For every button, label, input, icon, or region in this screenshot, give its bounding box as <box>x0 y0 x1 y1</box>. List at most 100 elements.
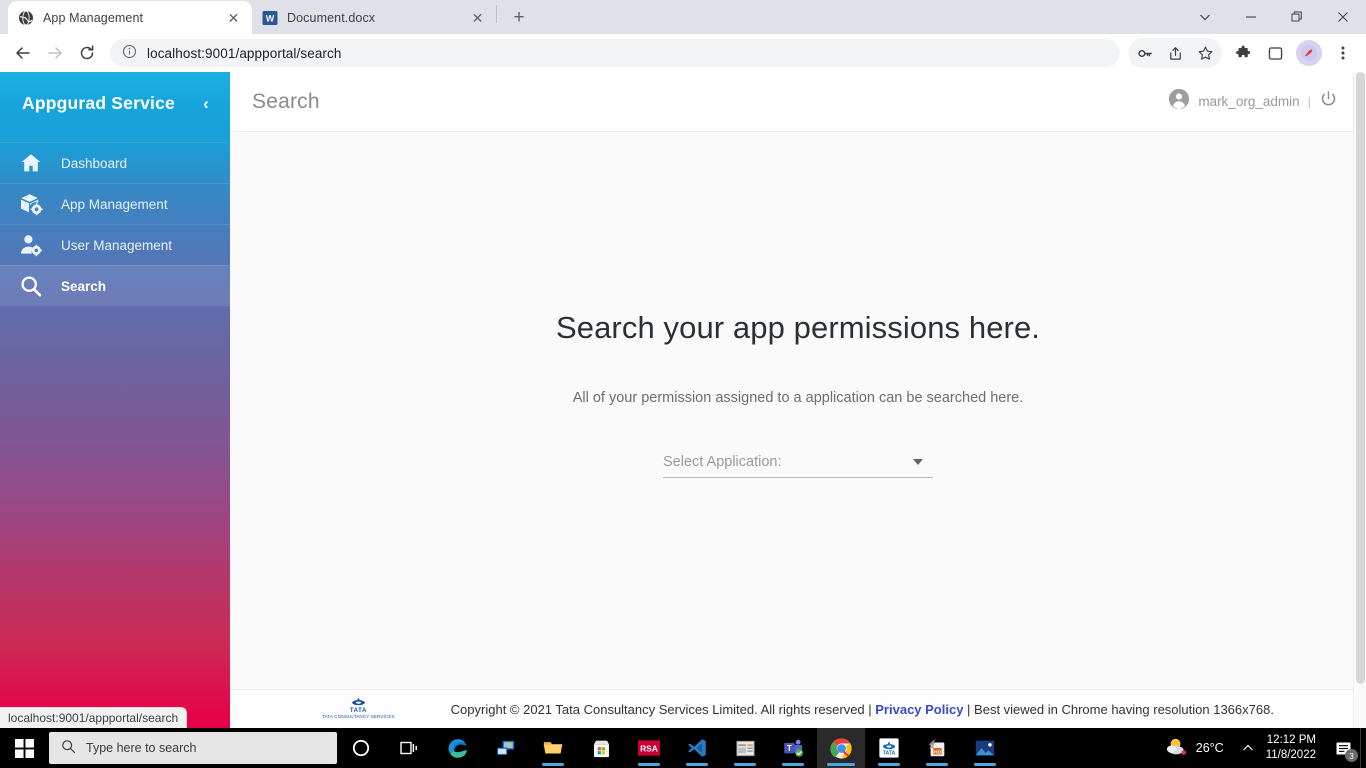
partly-cloudy-icon <box>1165 736 1189 761</box>
footer-copyright-pre: Copyright © 2021 Tata Consultancy Servic… <box>450 701 876 717</box>
account-circle-icon[interactable] <box>1168 88 1190 115</box>
key-icon[interactable] <box>1130 38 1160 68</box>
svg-text:TATA: TATA <box>883 750 896 756</box>
share-icon[interactable] <box>1160 38 1190 68</box>
footer-copyright: Copyright © 2021 Tata Consultancy Servic… <box>451 702 1274 717</box>
chevron-left-icon[interactable]: ‹ <box>196 95 216 112</box>
close-icon[interactable]: ✕ <box>225 9 242 26</box>
tab-separator <box>496 4 497 23</box>
sidebar-brand: Appgurad Service ‹ <box>0 72 230 134</box>
sidebar-item-user-management[interactable]: User Management <box>0 224 230 265</box>
profile-avatar-icon[interactable] <box>1296 40 1322 66</box>
clock-date: 11/8/2022 <box>1265 749 1316 761</box>
visual-studio-code-icon[interactable] <box>673 728 721 768</box>
microsoft-teams-icon[interactable]: T <box>769 728 817 768</box>
microsoft-store-icon[interactable] <box>577 728 625 768</box>
info-circle-icon[interactable] <box>122 44 137 62</box>
puzzle-icon[interactable] <box>1228 38 1258 68</box>
page-scrollbar[interactable] <box>1353 72 1366 728</box>
chevron-down-icon[interactable] <box>913 459 923 465</box>
page-viewport: Appgurad Service ‹ Dashboard App Managem… <box>0 72 1366 728</box>
remote-desktop-icon[interactable] <box>481 728 529 768</box>
close-icon[interactable] <box>1320 0 1366 34</box>
reload-icon[interactable] <box>72 38 102 68</box>
toolbar-actions <box>1128 38 1358 68</box>
photos-icon[interactable] <box>961 728 1009 768</box>
select-application-label: Select Application: <box>663 454 782 470</box>
tata-logo-word: TATA <box>349 707 367 714</box>
restore-icon[interactable] <box>1274 0 1320 34</box>
sidebar-item-dashboard[interactable]: Dashboard <box>0 142 230 183</box>
sidebar-item-label: Dashboard <box>61 155 128 171</box>
google-chrome-icon[interactable] <box>817 728 865 768</box>
svg-text:T: T <box>787 744 792 753</box>
tata-app-icon[interactable]: TATA <box>865 728 913 768</box>
home-icon <box>18 150 44 176</box>
box-gear-icon <box>18 191 44 217</box>
header-user-area: mark_org_admin | <box>1168 88 1338 115</box>
browser-tab-app-management[interactable]: App Management ✕ <box>8 1 252 34</box>
header-separator: | <box>1307 94 1311 109</box>
microsoft-edge-icon[interactable] <box>433 728 481 768</box>
word-icon: W <box>262 10 278 26</box>
sidebar-nav: Dashboard App Management User Management… <box>0 142 230 306</box>
user-gear-icon <box>18 232 44 258</box>
address-bar[interactable]: localhost:9001/appportal/search <box>110 39 1120 67</box>
minimize-icon[interactable] <box>1228 0 1274 34</box>
search-subline: All of your permission assigned to a app… <box>572 390 1024 406</box>
header-username: mark_org_admin <box>1198 94 1300 109</box>
sidebar: Appgurad Service ‹ Dashboard App Managem… <box>0 72 230 728</box>
app-header: Search mark_org_admin | <box>230 72 1366 132</box>
select-application-dropdown[interactable]: Select Application: <box>663 454 933 478</box>
back-arrow-icon[interactable] <box>8 38 38 68</box>
omnibox-action-group <box>1128 38 1222 68</box>
taskbar-search-input[interactable]: Type here to search <box>49 732 337 764</box>
rsa-securid-icon[interactable]: RSA <box>625 728 673 768</box>
tata-logo-subtitle: TATA CONSULTANCY SERVICES <box>322 714 395 720</box>
file-explorer-icon[interactable] <box>529 728 577 768</box>
windows-start-icon[interactable] <box>0 728 48 768</box>
scrollbar-thumb[interactable] <box>1356 72 1365 684</box>
tab-title: App Management <box>43 10 144 25</box>
power-icon[interactable] <box>1319 90 1338 114</box>
star-icon[interactable] <box>1190 38 1220 68</box>
sidebar-item-search[interactable]: Search <box>0 265 230 306</box>
browser-window: App Management ✕ W Document.docx ✕ + loc… <box>0 0 1366 768</box>
sidebar-item-label: App Management <box>61 196 168 212</box>
tab-search-icon[interactable] <box>1182 0 1228 34</box>
taskbar-app-icons: RSA T TATA HD <box>337 728 1009 768</box>
browser-tab-document-docx[interactable]: W Document.docx ✕ <box>252 1 496 34</box>
svg-text:HD: HD <box>934 749 942 755</box>
chevron-up-icon[interactable] <box>1234 742 1262 754</box>
side-panel-icon[interactable] <box>1260 38 1290 68</box>
weather-widget[interactable]: 26°C <box>1155 736 1234 761</box>
close-icon[interactable]: ✕ <box>469 9 486 26</box>
address-bar-url: localhost:9001/appportal/search <box>147 45 342 61</box>
windows-taskbar: Type here to search RSA T TATA HD 26°C 1… <box>0 728 1366 768</box>
sidebar-item-label: User Management <box>61 237 173 253</box>
three-dot-menu-icon[interactable] <box>1328 38 1358 68</box>
taskbar-clock[interactable]: 12:12 PM 11/8/2022 <box>1262 733 1326 763</box>
search-icon <box>61 739 76 757</box>
sidebar-item-label: Search <box>61 278 107 294</box>
app-window-icon[interactable] <box>721 728 769 768</box>
svg-text:RSA: RSA <box>640 743 658 753</box>
show-desktop-button[interactable] <box>1360 728 1366 768</box>
archive-app-icon[interactable]: HD <box>913 728 961 768</box>
footer-copyright-post: | Best viewed in Chrome having resolutio… <box>963 701 1274 717</box>
page-title: Search <box>252 89 320 113</box>
task-view-icon[interactable] <box>385 728 433 768</box>
privacy-policy-link[interactable]: Privacy Policy <box>875 702 963 717</box>
new-tab-button[interactable]: + <box>505 3 533 31</box>
tab-strip: App Management ✕ W Document.docx ✕ + <box>0 0 1366 34</box>
system-tray: 26°C 12:12 PM 11/8/2022 3 <box>1155 728 1366 768</box>
notification-icon[interactable]: 3 <box>1326 728 1360 768</box>
notification-count: 3 <box>1345 749 1358 762</box>
sidebar-item-app-management[interactable]: App Management <box>0 183 230 224</box>
forward-arrow-icon[interactable] <box>40 38 70 68</box>
link-status-bar: localhost:9001/appportal/search <box>0 707 188 728</box>
sidebar-brand-title: Appgurad Service <box>22 92 175 113</box>
cortana-icon[interactable] <box>337 728 385 768</box>
svg-text:W: W <box>266 13 275 23</box>
tata-consultancy-services-logo: TATA TATA CONSULTANCY SERVICES <box>322 698 395 720</box>
